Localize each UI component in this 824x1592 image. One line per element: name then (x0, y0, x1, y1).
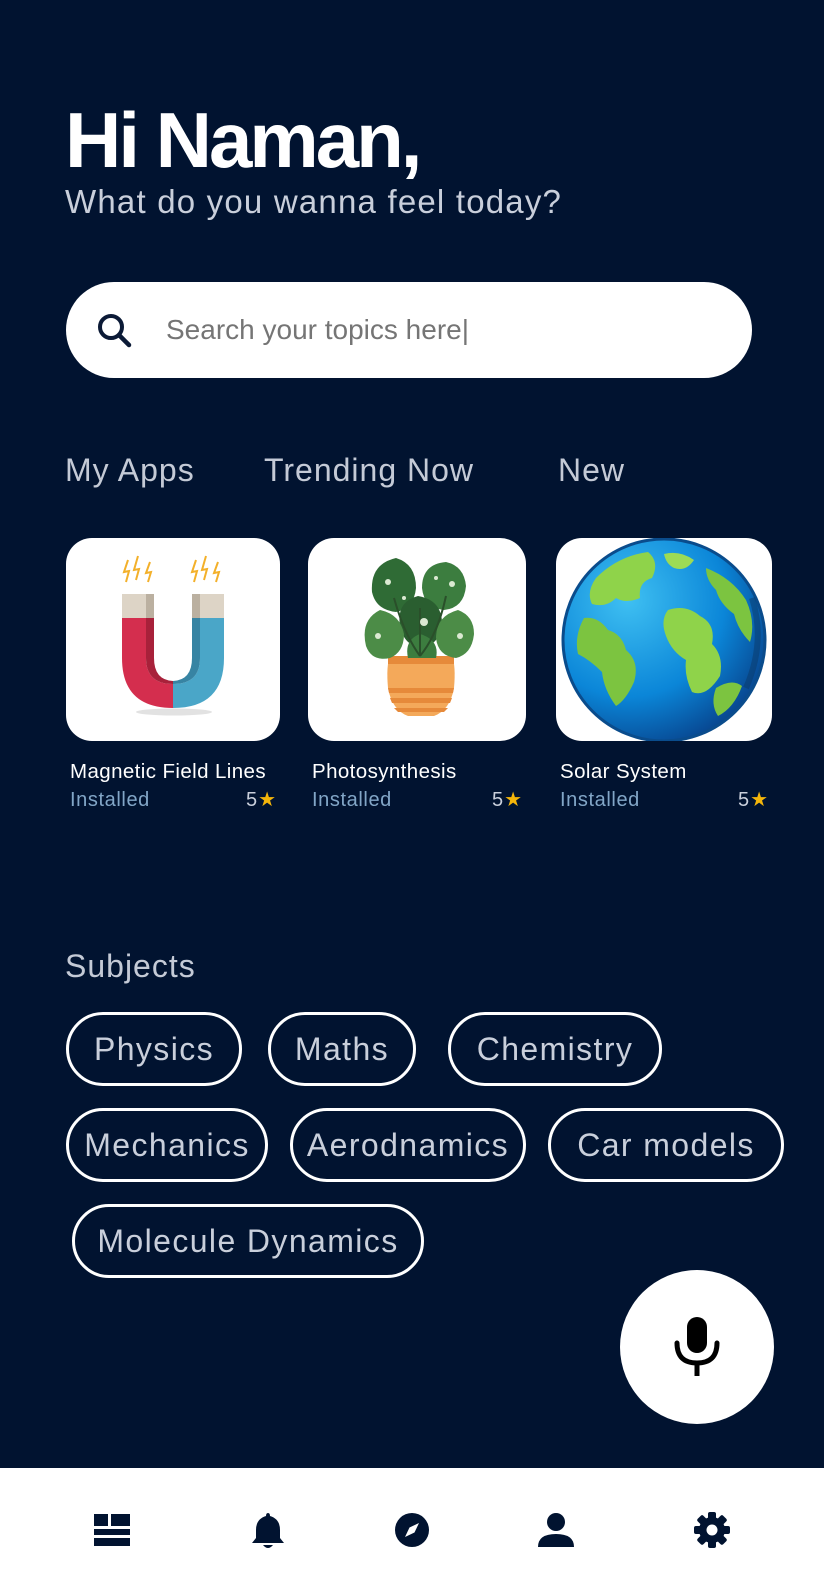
chip-aerodnamics[interactable]: Aerodnamics (290, 1108, 526, 1182)
magnet-icon (122, 555, 224, 716)
search-input[interactable] (166, 306, 726, 354)
star-icon: ★ (504, 789, 522, 811)
person-icon[interactable] (536, 1510, 576, 1550)
star-icon: ★ (750, 789, 768, 811)
app-thumbnail[interactable] (556, 538, 772, 741)
microphone-icon (674, 1317, 720, 1376)
app-thumbnail[interactable] (308, 538, 526, 741)
chip-car-models[interactable]: Car models (548, 1108, 784, 1182)
subjects-title: Subjects (65, 948, 196, 984)
search-bar[interactable] (66, 282, 752, 378)
rating-value: 5 (245, 789, 258, 811)
app-meta: Installed 5★ (556, 785, 772, 813)
chip-maths[interactable]: Maths (268, 1012, 416, 1086)
plant-icon (364, 558, 474, 716)
rating-value: 5 (737, 789, 750, 811)
app-name: Magnetic Field Lines (70, 760, 267, 783)
app-rating: 5★ (738, 787, 768, 813)
bottom-navigation (0, 1468, 824, 1592)
app-rating: 5★ (492, 787, 522, 813)
dashboard-icon[interactable] (92, 1510, 132, 1550)
app-name: Photosynthesis (312, 760, 457, 783)
tab-trending-now[interactable]: Trending Now (264, 448, 474, 492)
greeting-title: Hi Naman, (65, 96, 422, 184)
app-name: Solar System (560, 760, 687, 783)
chip-mechanics[interactable]: Mechanics (66, 1108, 268, 1182)
app-rating: 5★ (246, 787, 276, 813)
chip-molecule-dynamics[interactable]: Molecule Dynamics (72, 1204, 424, 1278)
app-status: Installed (560, 789, 640, 811)
app-tabs: My Apps Trending Now New (0, 448, 824, 492)
rating-value: 5 (491, 789, 504, 811)
app-meta: Installed 5★ (66, 785, 280, 813)
chip-chemistry[interactable]: Chemistry (448, 1012, 662, 1086)
tab-new[interactable]: New (558, 448, 625, 492)
bell-icon[interactable] (248, 1510, 288, 1550)
app-card-magnetic-field-lines[interactable]: Magnetic Field Lines Installed 5★ (66, 538, 280, 813)
app-card-photosynthesis[interactable]: Photosynthesis Installed 5★ (308, 538, 526, 813)
search-icon[interactable] (96, 312, 132, 348)
app-card-solar-system[interactable]: Solar System Installed 5★ (556, 538, 772, 813)
gear-icon[interactable] (692, 1510, 732, 1550)
compass-icon[interactable] (392, 1510, 432, 1550)
greeting-subtitle: What do you wanna feel today? (65, 183, 563, 220)
app-meta: Installed 5★ (308, 785, 526, 813)
earth-icon (561, 538, 767, 741)
app-status: Installed (312, 789, 392, 811)
app-status: Installed (70, 789, 150, 811)
microphone-button[interactable] (620, 1270, 774, 1424)
star-icon: ★ (258, 789, 276, 811)
tab-my-apps[interactable]: My Apps (65, 448, 195, 492)
home-screen: Hi Naman, What do you wanna feel today? … (0, 0, 824, 1592)
chip-physics[interactable]: Physics (66, 1012, 242, 1086)
app-thumbnail[interactable] (66, 538, 280, 741)
